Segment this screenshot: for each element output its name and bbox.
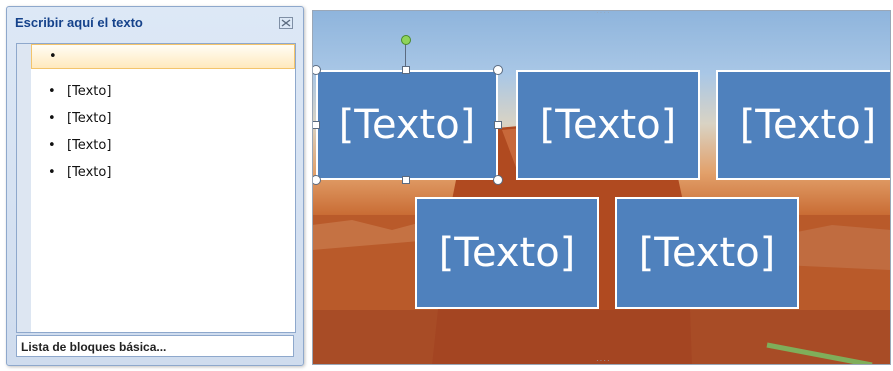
list-item[interactable]: • [Texto] [31,133,293,158]
list-item-text[interactable]: [Texto] [67,133,111,158]
bullet-icon: • [48,165,56,180]
canvas-frame [312,10,891,365]
list-item[interactable]: • [Texto] [31,79,293,104]
bullet-icon: • [48,111,56,126]
list-left-strip [17,44,31,332]
smartart-canvas[interactable]: ···· ···· [Texto] [Texto] [Texto] [Texto… [312,10,891,365]
layout-name-link[interactable]: Lista de bloques básica... [16,335,294,357]
bullet-icon: • [49,49,57,64]
text-pane: Escribir aquí el texto • • [Texto] • [Te… [6,6,304,366]
list-item[interactable]: • [31,44,295,69]
list-item-text[interactable]: [Texto] [67,106,111,131]
text-pane-title: Escribir aquí el texto [15,15,143,30]
text-list[interactable]: • • [Texto] • [Texto] • [Texto] • [Texto… [16,43,296,333]
bullet-icon: • [48,138,56,153]
list-item[interactable]: • [Texto] [31,106,293,131]
list-item-text[interactable]: [Texto] [67,160,111,185]
close-icon[interactable] [279,17,293,29]
list-item[interactable]: • [Texto] [31,160,293,185]
list-item-text[interactable]: [Texto] [67,79,111,104]
bullet-icon: • [48,84,56,99]
